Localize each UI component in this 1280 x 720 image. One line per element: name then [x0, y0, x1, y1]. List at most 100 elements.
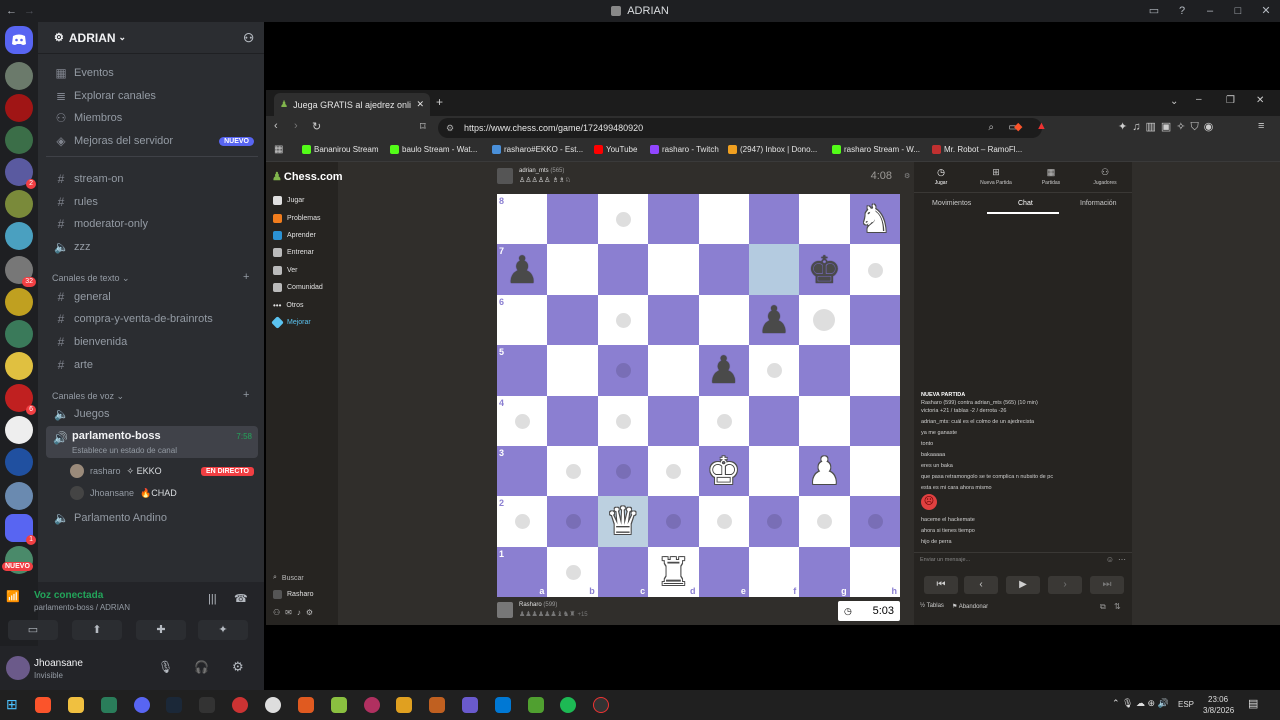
move-hint-dot[interactable]	[515, 514, 531, 530]
board-square[interactable]: f	[748, 546, 800, 597]
channel-general[interactable]: # general	[46, 287, 258, 307]
app-icon[interactable]	[101, 697, 117, 713]
move-hint-dot[interactable]	[615, 464, 631, 480]
chat-input[interactable]: Enviar un mensaje... ☺ ⋯	[914, 552, 1132, 568]
steam-icon[interactable]	[166, 697, 182, 713]
add-channel-icon[interactable]: +	[243, 271, 249, 283]
channel-compra[interactable]: # compra-y-venta-de-brainrots	[46, 309, 258, 329]
board-square[interactable]: d ♜	[648, 546, 699, 597]
board-square[interactable]	[547, 395, 598, 446]
server-icon[interactable]	[5, 126, 33, 154]
forward-icon[interactable]: ›	[294, 120, 298, 132]
chess-logo[interactable]: ♟ Chess.com	[272, 170, 343, 184]
channel-moderator-only[interactable]: # moderator-only	[46, 214, 258, 234]
black-pawn-icon[interactable]: ♟	[749, 295, 799, 345]
nav-entrenar[interactable]: Entrenar	[273, 248, 314, 257]
search-icon[interactable]: ⌕	[988, 118, 994, 138]
minimize-button[interactable]: –	[1196, 0, 1224, 22]
move-hint-dot[interactable]	[666, 514, 682, 530]
brave-icon[interactable]	[35, 697, 51, 713]
epic-games-icon[interactable]	[199, 697, 215, 713]
board-square[interactable]: ♚	[799, 244, 850, 295]
board-square[interactable]	[547, 496, 598, 547]
move-hint-dot[interactable]	[666, 464, 682, 480]
settings-icon[interactable]: ⚙	[232, 659, 244, 675]
draw-button[interactable]: ½ Tablas	[920, 603, 944, 609]
nav-otros[interactable]: ••• Otros	[273, 301, 304, 310]
voice-user[interactable]: rasharo ✧ EKKO EN DIRECTO	[70, 462, 258, 480]
board-square[interactable]	[698, 244, 749, 295]
subtab-informacion[interactable]: Información	[1080, 200, 1117, 207]
channel-stream-on[interactable]: # stream-on	[46, 169, 258, 189]
board-square[interactable]: ♚	[698, 445, 749, 497]
brave-shield-icon[interactable]: ◆	[1014, 120, 1022, 133]
bookmark-item[interactable]: rasharo - Twitch	[650, 145, 719, 154]
board-square[interactable]	[648, 244, 699, 295]
bookmark-item[interactable]: Bananirou Stream	[302, 145, 378, 154]
board-square[interactable]	[849, 244, 900, 295]
noise-suppression-icon[interactable]: |||	[208, 593, 217, 605]
move-hint-dot[interactable]	[716, 413, 732, 429]
camera-button[interactable]: ▭	[8, 620, 58, 640]
server-icon[interactable]	[5, 288, 33, 316]
server-icon[interactable]	[5, 222, 33, 250]
server-icon[interactable]	[5, 320, 33, 348]
resign-button[interactable]: ⚑ Abandonar	[952, 603, 988, 610]
board-square[interactable]	[849, 345, 900, 396]
site-info-icon[interactable]: ⚙	[446, 118, 454, 138]
panel-tab-nueva[interactable]: ⊞ Nueva Partida	[971, 167, 1021, 186]
player-name[interactable]: Rasharo (599)	[519, 602, 557, 608]
player-name[interactable]: adrian_mts (565)	[519, 168, 564, 174]
channel-bienvenida[interactable]: # bienvenida	[46, 332, 258, 352]
black-king-icon[interactable]: ♚	[799, 244, 849, 294]
subtab-chat[interactable]: Chat	[1018, 200, 1033, 207]
white-knight-icon[interactable]: ♞	[850, 194, 900, 244]
spotify-icon[interactable]	[560, 697, 576, 713]
app-icon[interactable]	[232, 697, 248, 713]
extensions-icons[interactable]: ✦♫▥▣✧⛉◉	[1118, 120, 1218, 134]
footer-icons[interactable]: ⚇✉♪⚙	[273, 608, 318, 617]
app-icon[interactable]	[298, 697, 314, 713]
board-square[interactable]	[698, 294, 749, 346]
board-square[interactable]: b	[547, 546, 598, 597]
play-button[interactable]: ▶	[1006, 576, 1040, 594]
board-square[interactable]: 7 ♟	[497, 244, 548, 295]
voice-user[interactable]: Jhoansane 🔥CHAD	[70, 484, 258, 502]
share-icon[interactable]: ⧉	[1100, 602, 1106, 612]
channel-arte[interactable]: # arte	[46, 355, 258, 375]
board-square[interactable]	[648, 345, 699, 396]
subtab-movimientos[interactable]: Movimientos	[932, 200, 971, 207]
panel-tab-jugar[interactable]: ◷ Jugar	[916, 167, 966, 186]
server-icon[interactable]	[5, 62, 33, 90]
sidebar-item-miembros[interactable]: ⚇ Miembros	[46, 108, 258, 128]
white-queen-icon[interactable]: ♛	[598, 496, 648, 546]
app-icon[interactable]	[462, 697, 478, 713]
maximize-button[interactable]: □	[1224, 0, 1252, 22]
bookmark-item[interactable]: rasharo Stream - W...	[832, 145, 920, 154]
clock-date[interactable]: 3/8/2026	[1203, 706, 1234, 715]
bookmark-item[interactable]: baulo Stream - Wat...	[390, 145, 477, 154]
board-square[interactable]	[597, 194, 649, 245]
board-square[interactable]: 3	[497, 445, 548, 497]
board-square[interactable]	[849, 294, 900, 346]
board-square[interactable]	[597, 345, 649, 396]
more-icon[interactable]: ⋯	[1118, 555, 1126, 564]
board-square[interactable]	[799, 194, 850, 245]
board-square[interactable]	[849, 496, 900, 547]
add-channel-icon[interactable]: +	[243, 389, 249, 401]
server-icon[interactable]	[5, 190, 33, 218]
move-hint-dot[interactable]	[565, 464, 581, 480]
black-pawn-icon[interactable]: ♟	[497, 244, 547, 294]
screen-share-button[interactable]: ⬆	[72, 620, 122, 640]
minimize-button[interactable]: –	[1196, 94, 1202, 105]
move-hint-dot[interactable]	[817, 514, 833, 530]
store-icon[interactable]	[495, 697, 511, 713]
category-voice[interactable]: Canales de voz ⌄	[52, 391, 124, 402]
tray-icons[interactable]: ⌃ 🎙 ☁ ⊕ 🔊	[1112, 698, 1169, 709]
forward-icon[interactable]: →	[24, 5, 35, 17]
discord-home-icon[interactable]	[5, 26, 33, 54]
app-icon[interactable]	[364, 697, 380, 713]
board-square[interactable]: 4	[497, 395, 548, 446]
prev-move-button[interactable]: ‹	[964, 576, 998, 594]
microphone-icon[interactable]: 🎙	[158, 660, 173, 674]
